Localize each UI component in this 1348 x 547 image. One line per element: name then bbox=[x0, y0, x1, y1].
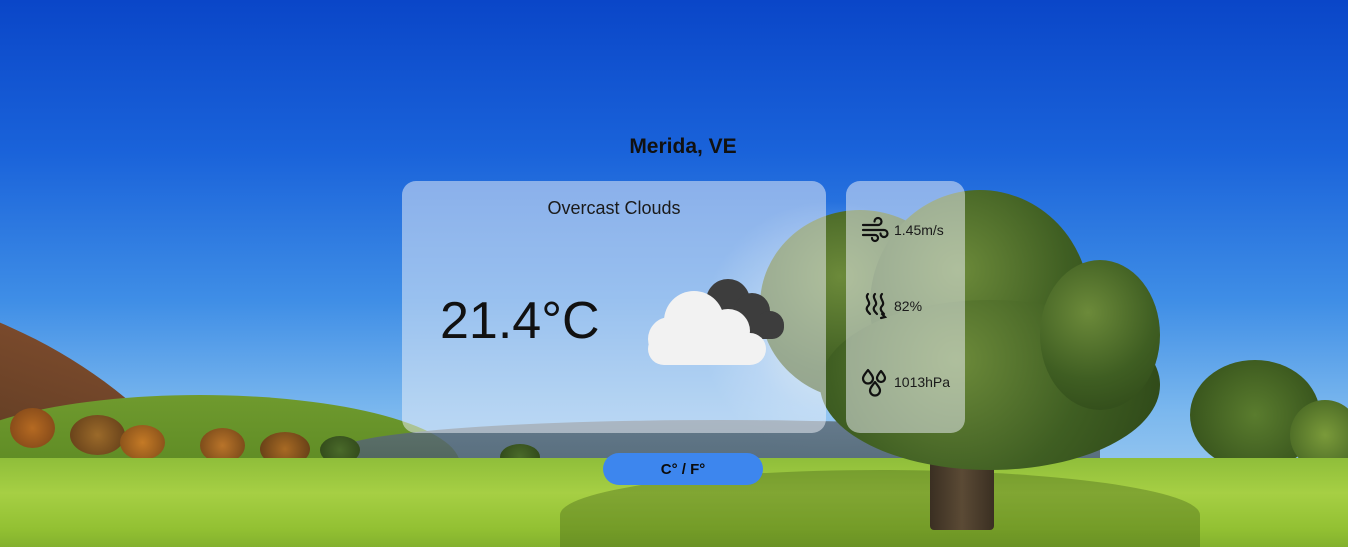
tree-left-3 bbox=[120, 425, 165, 460]
humidity-value: 82% bbox=[894, 298, 923, 314]
pressure-icon bbox=[861, 368, 887, 397]
current-weather-card: Overcast Clouds 21.4°C bbox=[402, 181, 826, 433]
humidity-icon bbox=[865, 292, 888, 320]
pressure-value: 1013hPa bbox=[894, 374, 951, 390]
unit-toggle-button[interactable]: C° / F° bbox=[603, 453, 763, 485]
weather-stats-card: 1.45m/s 82% 1013hPa bbox=[846, 181, 965, 433]
overcast-clouds-icon bbox=[648, 279, 784, 365]
background-scene: Merida, VE Overcast Clouds 21.4°C 1.45m/… bbox=[0, 0, 1348, 547]
wind-value: 1.45m/s bbox=[894, 222, 944, 238]
location-title: Merida, VE bbox=[629, 135, 737, 158]
tree-left-2 bbox=[70, 415, 125, 455]
pressure-stat: 1013hPa bbox=[860, 367, 950, 397]
wind-stat: 1.45m/s bbox=[860, 215, 944, 245]
weather-description: Overcast Clouds bbox=[547, 198, 681, 218]
temperature-value: 21.4°C bbox=[440, 292, 600, 350]
tree-left-1 bbox=[10, 408, 55, 448]
tree-canopy-4 bbox=[1040, 260, 1160, 410]
humidity-stat: 82% bbox=[860, 291, 922, 321]
wind-icon bbox=[861, 216, 889, 243]
